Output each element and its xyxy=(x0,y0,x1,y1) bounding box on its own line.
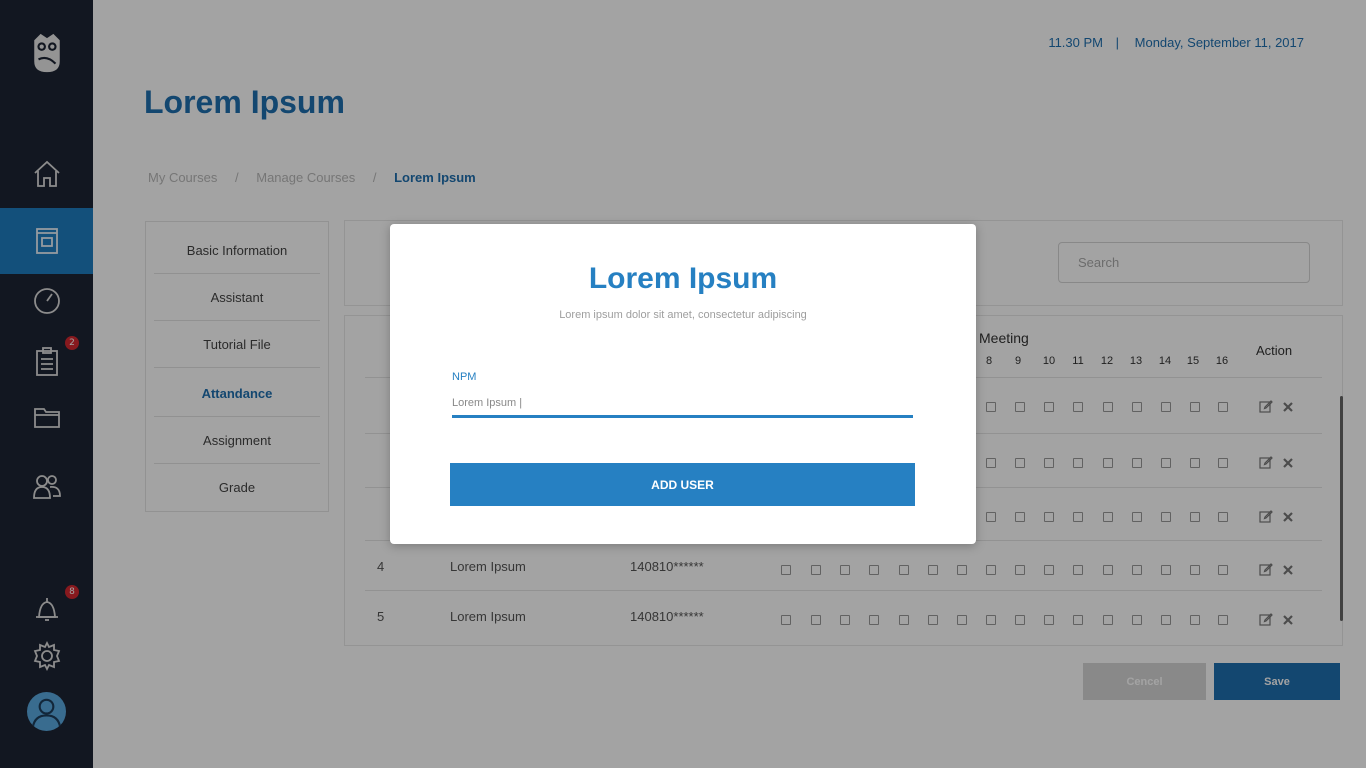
npm-input[interactable]: Lorem Ipsum | xyxy=(452,391,913,418)
npm-label: NPM xyxy=(452,371,477,383)
add-user-button[interactable]: ADD USER xyxy=(450,463,915,506)
modal-subtitle: Lorem ipsum dolor sit amet, consectetur … xyxy=(559,309,807,321)
modal-title: Lorem Ipsum xyxy=(588,262,778,295)
add-user-modal: Lorem Ipsum Lorem ipsum dolor sit amet, … xyxy=(390,224,976,544)
